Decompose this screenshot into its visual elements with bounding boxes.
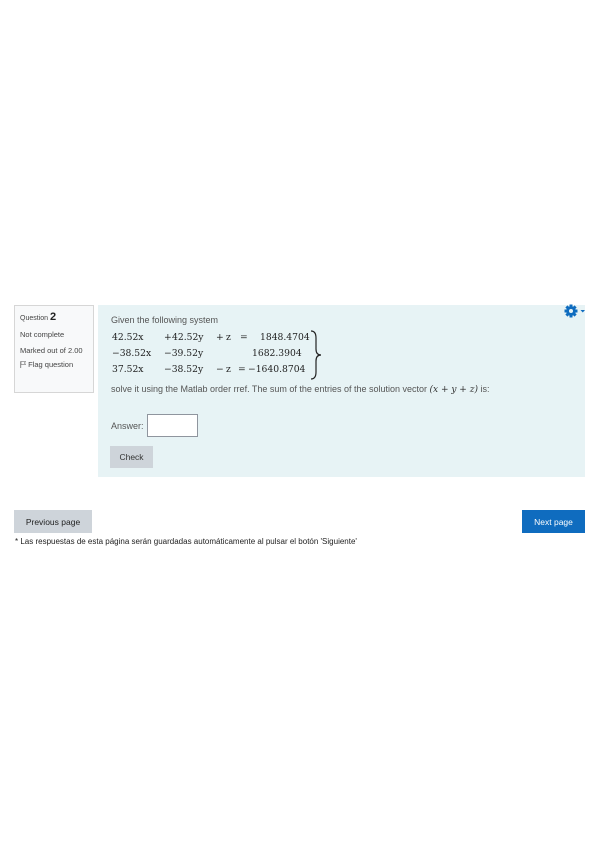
rhs-value: 1848.4704 (260, 332, 310, 343)
question-state: Not complete (20, 330, 65, 339)
question-prompt: Given the following system (111, 315, 219, 325)
check-button[interactable]: Check (110, 446, 153, 468)
instruction-end: is: (480, 384, 490, 394)
previous-page-button[interactable]: Previous page (14, 510, 92, 533)
question-word: Question (20, 315, 49, 322)
question-number: Question 2 (20, 311, 88, 323)
gear-menu-button[interactable] (564, 303, 588, 319)
equation-row: 42.52x + 42.52y + z = 1848.4704 (112, 332, 310, 347)
coef-z: z (226, 332, 231, 343)
equals-sign: = (238, 364, 246, 375)
rhs-value: 1682.3904 (252, 348, 302, 359)
caret-down-icon (580, 310, 585, 313)
right-brace-icon (310, 330, 322, 380)
answer-label: Answer: (111, 421, 144, 431)
instruction-text: solve it using the Matlab order rref. Th… (111, 384, 427, 394)
rhs-value: −1640.8704 (248, 364, 306, 375)
answer-input[interactable] (147, 414, 198, 437)
equation-row: 37.52x −38.52y − z = −1640.8704 (112, 364, 307, 379)
coef-y: −39.52y (164, 348, 204, 359)
autosave-note: * Las respuestas de esta página serán gu… (15, 537, 357, 546)
equation-system: 42.52x + 42.52y + z = 1848.4704 −38.52x … (112, 330, 322, 380)
gear-icon (564, 304, 578, 318)
coef-y: −38.52y (164, 364, 204, 375)
question-grade: Marked out of 2.00 (20, 346, 83, 355)
coef-x: −38.52x (112, 348, 152, 359)
question-info: Question 2 Not complete Marked out of 2.… (14, 305, 94, 393)
coef-x: 42.52x (112, 332, 144, 343)
equation-row: −38.52x −39.52y 1682.3904 (112, 348, 307, 363)
coef-z: z (226, 364, 231, 375)
question-instruction: solve it using the Matlab order rref. Th… (111, 384, 489, 395)
instruction-math: (x + y + z) (429, 385, 478, 395)
operator: + (216, 332, 224, 343)
operator: + (164, 332, 172, 343)
next-page-button[interactable]: Next page (522, 510, 585, 533)
coef-y: 42.52y (172, 332, 204, 343)
flag-question-label: Flag question (28, 360, 74, 369)
flag-icon (20, 361, 26, 368)
coef-x: 37.52x (112, 364, 144, 375)
equals-sign: = (240, 332, 248, 343)
operator: − (216, 364, 224, 375)
question-number-value: 2 (49, 311, 57, 323)
flag-question-link[interactable]: Flag question (20, 360, 88, 369)
